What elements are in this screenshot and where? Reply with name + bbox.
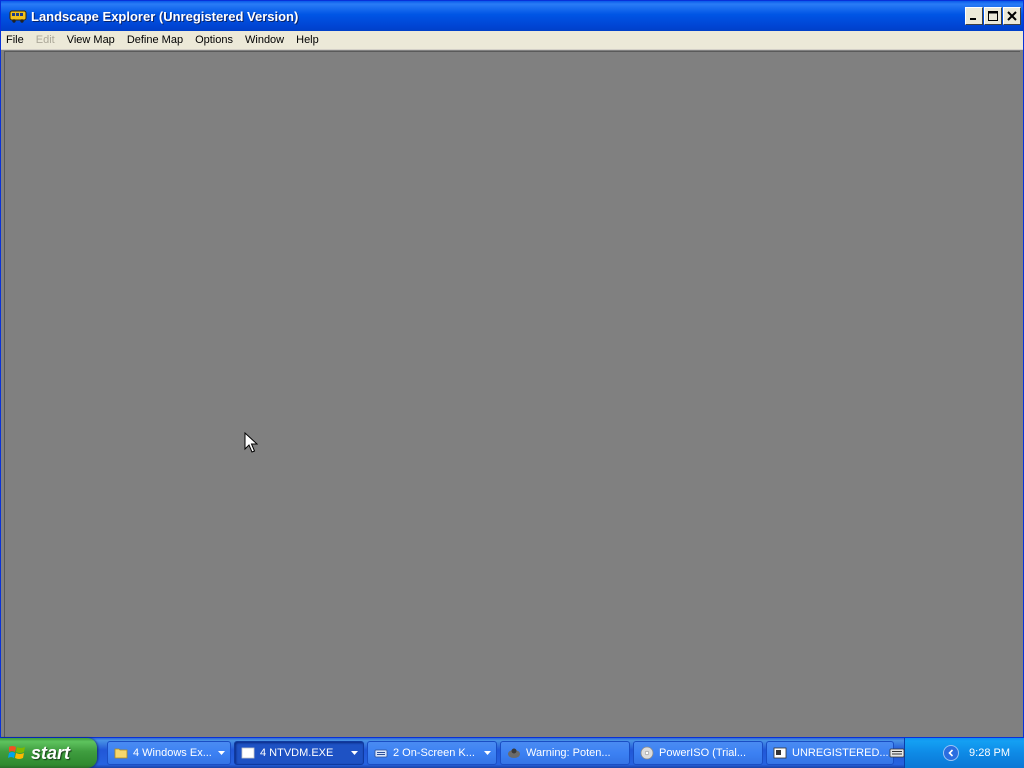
keyboard-tray-icon[interactable] [889,746,905,760]
close-button[interactable] [1003,7,1021,25]
menu-bar: File Edit View Map Define Map Options Wi… [1,31,1023,50]
menu-file[interactable]: File [1,31,30,50]
maximize-button[interactable] [984,7,1002,25]
taskbar: start 4 Windows Ex... 4 NTVDM.EXE 2 On-S… [0,738,1024,768]
keyboard-icon [374,749,388,758]
bus-icon[interactable] [9,8,27,24]
mouse-pointer-icon [244,432,258,453]
menu-help[interactable]: Help [290,31,325,50]
taskbar-button-unregistered[interactable]: UNREGISTERED... [766,741,894,765]
taskbar-button-label: 4 NTVDM.EXE [260,747,334,759]
clock[interactable]: 9:28 PM [969,747,1010,759]
title-bar[interactable]: Landscape Explorer (Unregistered Version… [1,1,1023,31]
taskbar-button-warning[interactable]: Warning: Poten... [500,741,630,765]
app-window: Landscape Explorer (Unregistered Version… [0,0,1024,738]
menu-options[interactable]: Options [189,31,239,50]
window-icon [241,747,255,759]
chevron-down-icon [349,751,359,755]
folder-icon [114,748,128,759]
menu-edit: Edit [35,33,55,46]
window-title: Landscape Explorer (Unregistered Version… [31,8,299,24]
window-controls [965,7,1021,25]
taskbar-button-poweriso[interactable]: PowerISO (Trial... [633,741,763,765]
chevron-down-icon [216,751,226,755]
taskbar-button-label: PowerISO (Trial... [659,747,746,759]
disc-icon [640,746,654,760]
close-icon [1007,11,1017,21]
taskbar-button-label: 2 On-Screen K... [393,747,475,759]
taskbar-button-ntvdm[interactable]: 4 NTVDM.EXE [234,741,364,765]
minimize-button[interactable] [965,7,983,25]
menu-view-map[interactable]: View Map [61,31,121,50]
start-button[interactable]: start [0,738,97,768]
taskbar-button-label: 4 Windows Ex... [133,747,212,759]
chevron-left-icon [948,749,954,757]
taskbar-button-windows-explorer[interactable]: 4 Windows Ex... [107,741,231,765]
taskbar-button-label: Warning: Poten... [526,747,611,759]
show-hidden-icons-button[interactable] [943,745,960,761]
taskbar-buttons: 4 Windows Ex... 4 NTVDM.EXE 2 On-Screen … [107,738,894,768]
warning-icon [508,748,520,758]
start-label: start [31,742,71,763]
app-icon [773,747,787,759]
taskbar-button-label: UNREGISTERED... [792,747,889,759]
maximize-icon [988,11,998,21]
system-tray: 9:28 PM [889,738,1024,768]
minimize-icon [970,18,976,20]
menu-window[interactable]: Window [239,31,290,50]
taskbar-button-on-screen-keyboard[interactable]: 2 On-Screen K... [367,741,497,765]
chevron-down-icon [482,751,492,755]
windows-logo-icon [8,746,25,759]
menu-define-map[interactable]: Define Map [121,31,189,50]
mdi-workspace[interactable] [4,51,1020,737]
